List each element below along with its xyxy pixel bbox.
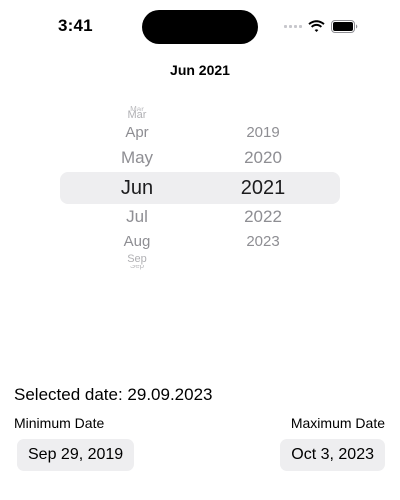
month-item[interactable]: Sep	[92, 265, 182, 270]
year-item[interactable]: 2019	[218, 124, 308, 141]
status-indicators	[284, 18, 358, 34]
cellular-signal-icon	[284, 24, 302, 28]
month-item[interactable]: Aug	[92, 233, 182, 250]
year-item[interactable]: 2020	[218, 148, 308, 168]
minimum-date-label: Minimum Date	[14, 415, 105, 431]
wifi-icon	[308, 19, 325, 33]
month-item[interactable]: May	[92, 148, 182, 168]
page-title: Jun 2021	[170, 62, 230, 78]
month-item[interactable]: Apr	[92, 124, 182, 141]
month-item[interactable]: Jul	[92, 207, 182, 227]
dynamic-island	[142, 10, 258, 44]
status-time: 3:41	[58, 16, 93, 35]
year-item[interactable]: 2023	[218, 233, 308, 250]
month-item[interactable]: Mar	[92, 109, 182, 121]
maximum-date-button[interactable]: Oct 3, 2023	[280, 439, 385, 471]
selected-date-label: Selected date: 29.09.2023	[14, 385, 213, 404]
maximum-date-label: Maximum Date	[290, 415, 385, 431]
month-item-selected[interactable]: Jun	[92, 177, 182, 200]
minimum-date-button[interactable]: Sep 29, 2019	[17, 439, 135, 471]
month-item[interactable]: Sep	[92, 253, 182, 265]
year-item-selected[interactable]: 2021	[218, 177, 308, 200]
battery-icon	[331, 19, 358, 33]
year-item[interactable]: 2022	[218, 207, 308, 227]
